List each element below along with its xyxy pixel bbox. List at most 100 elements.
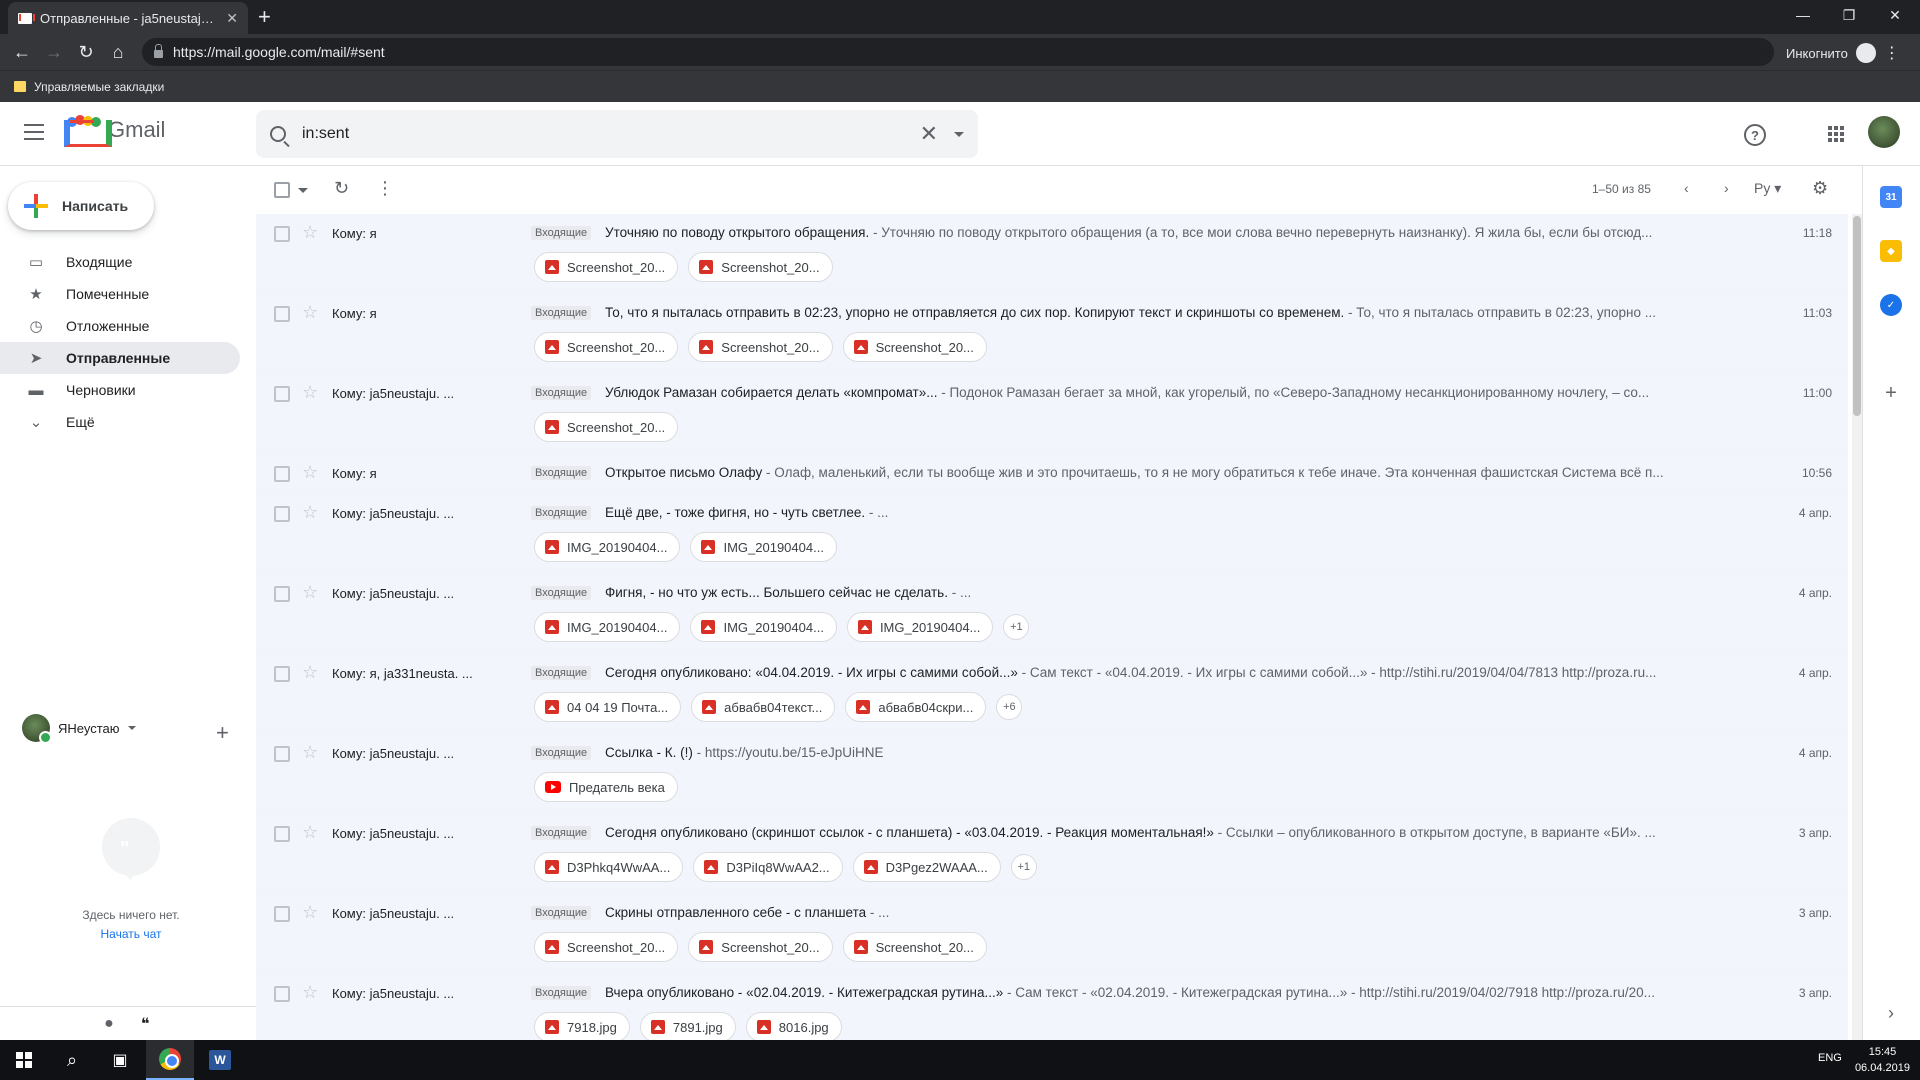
label-badge[interactable]: Входящие: [531, 906, 592, 920]
email-row[interactable]: ☆ Кому: ja5neustaju. ... Входящие Ублюдок Р…: [256, 374, 1848, 454]
browser-menu-icon[interactable]: ⋮: [1884, 43, 1900, 63]
attachment-chip[interactable]: IMG_20190404...: [534, 532, 681, 562]
attachment-chip[interactable]: D3Phkq4WwAA...: [534, 852, 684, 882]
minimize-button[interactable]: —: [1780, 0, 1826, 30]
input-tools-button[interactable]: Ру ▾: [1754, 180, 1781, 197]
apps-grid-icon[interactable]: [1828, 126, 1844, 142]
row-checkbox[interactable]: [274, 666, 290, 682]
star-icon[interactable]: ☆: [302, 662, 318, 683]
label-badge[interactable]: Входящие: [531, 746, 592, 760]
previous-page-icon[interactable]: ‹: [1684, 180, 1689, 196]
label-badge[interactable]: Входящие: [531, 306, 592, 320]
search-bar[interactable]: in:sent ✕: [256, 110, 978, 158]
browser-tab[interactable]: Отправленные - ja5neustaju3by ✕: [8, 2, 248, 34]
label-badge[interactable]: Входящие: [531, 826, 592, 840]
hangouts-icon[interactable]: ❝: [134, 1013, 156, 1035]
keep-icon[interactable]: ◆: [1880, 240, 1902, 262]
sidebar-item-drafts[interactable]: ▬ Черновики: [0, 374, 240, 406]
attachment-chip[interactable]: IMG_20190404...: [846, 612, 994, 642]
label-badge[interactable]: Входящие: [531, 386, 592, 400]
attachment-chip[interactable]: Screenshot_20...: [842, 932, 987, 962]
more-attachments-badge[interactable]: +1: [1003, 614, 1030, 640]
attachment-chip[interactable]: IMG_20190404...: [690, 532, 837, 562]
email-row[interactable]: ☆ Кому: я Входящие То, что я пыталась отпра…: [256, 294, 1848, 374]
row-checkbox[interactable]: [274, 986, 290, 1002]
star-icon[interactable]: ☆: [302, 982, 318, 1003]
attachment-chip[interactable]: Screenshot_20...: [842, 332, 987, 362]
attachment-chip[interactable]: Screenshot_20...: [534, 932, 679, 962]
label-badge[interactable]: Входящие: [531, 226, 592, 240]
select-all-checkbox[interactable]: [274, 182, 290, 198]
attachment-chip[interactable]: IMG_20190404...: [690, 612, 837, 642]
star-icon[interactable]: ☆: [302, 382, 318, 403]
contacts-icon[interactable]: ●: [98, 1013, 120, 1035]
next-page-icon[interactable]: ›: [1724, 180, 1729, 196]
back-button[interactable]: ←: [10, 40, 34, 64]
row-checkbox[interactable]: [274, 906, 290, 922]
attachment-chip[interactable]: IMG_20190404...: [534, 612, 681, 642]
taskbar-clock[interactable]: 15:45 06.04.2019: [1855, 1044, 1910, 1076]
sidebar-item-inbox[interactable]: ▭ Входящие: [0, 246, 240, 278]
attachment-chip[interactable]: D3PiIq8WwAA2...: [693, 852, 843, 882]
label-badge[interactable]: Входящие: [531, 666, 592, 680]
start-chat-link[interactable]: Начать чат: [0, 927, 262, 941]
star-icon[interactable]: ☆: [302, 222, 318, 243]
label-badge[interactable]: Входящие: [531, 986, 592, 1000]
close-tab-icon[interactable]: ✕: [226, 10, 238, 27]
calendar-icon[interactable]: 31: [1880, 186, 1902, 208]
bookmark-folder-label[interactable]: Управляемые закладки: [34, 80, 164, 94]
row-checkbox[interactable]: [274, 826, 290, 842]
star-icon[interactable]: ☆: [302, 582, 318, 603]
more-actions-icon[interactable]: ⋮: [376, 178, 394, 199]
incognito-indicator[interactable]: Инкогнито ⋮: [1786, 43, 1900, 63]
row-checkbox[interactable]: [274, 506, 290, 522]
clear-search-icon[interactable]: ✕: [920, 121, 938, 147]
row-checkbox[interactable]: [274, 306, 290, 322]
sidebar-item-more[interactable]: ⌄ Ещё: [0, 406, 240, 438]
address-bar[interactable]: https://mail.google.com/mail/#sent: [142, 38, 1774, 66]
more-attachments-badge[interactable]: +6: [996, 694, 1023, 720]
gmail-logo[interactable]: Gmail: [64, 115, 165, 147]
start-button[interactable]: [0, 1040, 48, 1080]
attachment-chip[interactable]: Screenshot_20...: [688, 332, 833, 362]
row-checkbox[interactable]: [274, 386, 290, 402]
label-badge[interactable]: Входящие: [531, 586, 592, 600]
search-icon[interactable]: [270, 126, 286, 142]
more-attachments-badge[interactable]: +1: [1010, 854, 1037, 880]
chevron-right-icon[interactable]: ›: [1880, 1002, 1902, 1024]
reload-button[interactable]: ↻: [74, 40, 98, 64]
attachment-chip[interactable]: Screenshot_20...: [534, 252, 679, 282]
new-tab-button[interactable]: +: [258, 6, 271, 28]
input-language[interactable]: ENG: [1818, 1052, 1842, 1064]
scrollbar-thumb[interactable]: [1853, 216, 1861, 416]
attachment-chip[interactable]: абвабв04текст...: [691, 692, 836, 722]
sidebar-item-snoozed[interactable]: ◷ Отложенные: [0, 310, 240, 342]
compose-button[interactable]: Написать: [8, 182, 154, 230]
row-checkbox[interactable]: [274, 586, 290, 602]
restore-button[interactable]: ❐: [1826, 0, 1872, 30]
task-view-icon[interactable]: ▣: [96, 1040, 144, 1080]
search-options-icon[interactable]: [954, 131, 964, 137]
close-window-button[interactable]: ✕: [1872, 0, 1918, 30]
attachment-chip[interactable]: D3Pgez2WAAA...: [852, 852, 1001, 882]
star-icon[interactable]: ☆: [302, 462, 318, 483]
refresh-icon[interactable]: ↻: [334, 178, 349, 199]
search-input[interactable]: in:sent: [302, 125, 904, 143]
attachment-chip[interactable]: Screenshot_20...: [688, 932, 833, 962]
add-contact-button[interactable]: +: [216, 720, 229, 746]
attachment-chip[interactable]: 04 04 19 Почта...: [534, 692, 682, 722]
row-checkbox[interactable]: [274, 466, 290, 482]
list-scrollbar[interactable]: [1852, 214, 1862, 1040]
star-icon[interactable]: ☆: [302, 822, 318, 843]
email-row[interactable]: ☆ Кому: ja5neustaju. ... Входящие Сегодня о…: [256, 814, 1848, 894]
label-badge[interactable]: Входящие: [531, 506, 592, 520]
attachment-chip[interactable]: абвабв04скри...: [845, 692, 987, 722]
attachment-chip[interactable]: Предатель века: [534, 772, 678, 802]
star-icon[interactable]: ☆: [302, 302, 318, 323]
label-badge[interactable]: Входящие: [531, 466, 592, 480]
star-icon[interactable]: ☆: [302, 742, 318, 763]
email-row[interactable]: ☆ Кому: ja5neustaju. ... Входящие Ещё две, …: [256, 494, 1848, 574]
tasks-icon[interactable]: ✓: [1880, 294, 1902, 316]
row-checkbox[interactable]: [274, 226, 290, 242]
select-options-icon[interactable]: [298, 188, 308, 193]
